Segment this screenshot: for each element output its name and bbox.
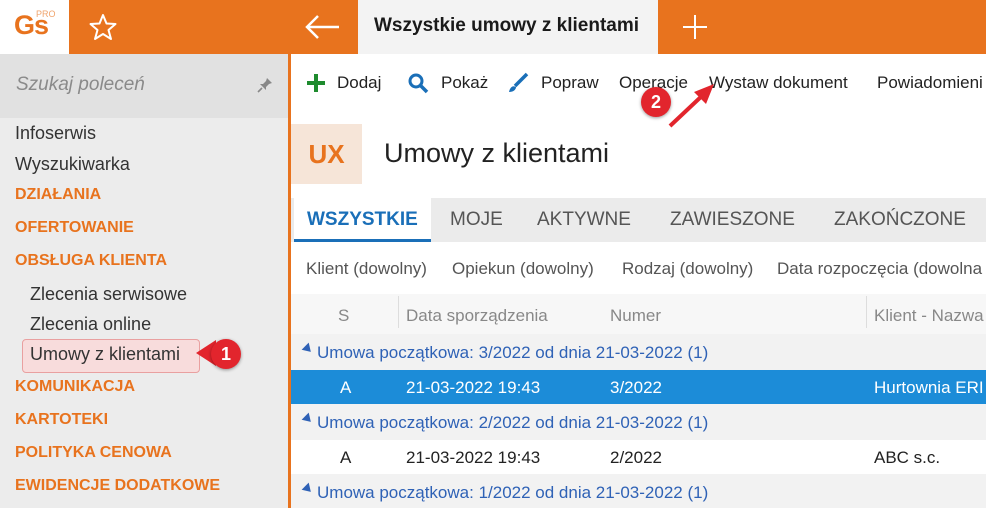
- command-search[interactable]: Szukaj poleceń: [0, 54, 288, 118]
- notifications-button[interactable]: Powiadomieni: [877, 73, 983, 93]
- group-count: (1): [687, 413, 709, 432]
- pin-icon[interactable]: [256, 76, 274, 94]
- column-separator[interactable]: [866, 296, 867, 328]
- table-header: S Data sporządzenia Numer Klient - Nazwa: [291, 294, 986, 335]
- sidebar-item-infoserwis[interactable]: Infoserwis: [0, 120, 288, 148]
- sidebar-item-label: Zlecenia serwisowe: [30, 284, 188, 304]
- sidebar-section-label: OBSŁUGA KLIENTA: [15, 252, 167, 269]
- logo-badge: PRO: [36, 9, 56, 19]
- tab-current-window[interactable]: Wszystkie umowy z klientami: [358, 0, 658, 54]
- table-row[interactable]: A 21-03-2022 19:43 2/2022 ABC s.c.: [291, 440, 986, 474]
- cell-status: A: [340, 448, 352, 467]
- sidebar-section-label: OFERTOWANIE: [15, 219, 134, 236]
- search-placeholder: Szukaj poleceń: [16, 74, 145, 95]
- column-header-number[interactable]: Numer: [610, 306, 661, 326]
- cell-number: 3/2022: [610, 378, 662, 397]
- group-label: Umowa początkowa: 2/2022 od dnia 21-03-2…: [317, 413, 708, 433]
- tab-zakonczone[interactable]: ZAKOŃCZONE: [834, 198, 966, 239]
- cell-status: A: [340, 378, 352, 397]
- column-header-date[interactable]: Data sporządzenia: [406, 306, 548, 326]
- group-title: Umowa początkowa: 3/2022 od dnia 21-03-2…: [317, 343, 683, 362]
- sidebar-section-ewidencje-dodatkowe[interactable]: EWIDENCJE DODATKOWE: [0, 474, 288, 502]
- group-count: (1): [687, 343, 709, 362]
- cell-date: 21-03-2022 19:43: [406, 378, 541, 397]
- tab-wszystkie[interactable]: WSZYSTKIE: [294, 198, 431, 242]
- sidebar-item-umowy-z-klientami[interactable]: Umowy z klientami: [22, 339, 200, 373]
- tab-moje[interactable]: MOJE: [450, 198, 503, 239]
- group-label: Umowa początkowa: 1/2022 od dnia 21-03-2…: [317, 483, 708, 503]
- show-button[interactable]: Pokaż: [441, 73, 488, 93]
- brush-icon: [509, 72, 529, 92]
- column-header-client[interactable]: Klient - Nazwa: [874, 306, 984, 326]
- sidebar-section-komunikacja[interactable]: KOMUNIKACJA: [0, 375, 288, 403]
- collapse-triangle-icon[interactable]: [301, 342, 315, 356]
- title-bar: Gs PRO Wszystkie umowy z klientami: [0, 0, 986, 54]
- cell-number: 2/2022: [610, 448, 662, 467]
- sidebar-item-zlecenia-online[interactable]: Zlecenia online: [0, 311, 288, 339]
- tab-aktywne[interactable]: AKTYWNE: [537, 198, 631, 239]
- filter-start-date[interactable]: Data rozpoczęcia (dowolna: [777, 259, 982, 279]
- add-button[interactable]: Dodaj: [337, 73, 381, 93]
- filter-client[interactable]: Klient (dowolny): [306, 259, 427, 279]
- filter-type[interactable]: Rodzaj (dowolny): [622, 259, 753, 279]
- collapse-triangle-icon[interactable]: [301, 482, 315, 496]
- filter-guardian[interactable]: Opiekun (dowolny): [452, 259, 594, 279]
- group-row[interactable]: Umowa początkowa: 1/2022 od dnia 21-03-2…: [291, 474, 986, 508]
- group-row[interactable]: Umowa początkowa: 3/2022 od dnia 21-03-2…: [291, 334, 986, 371]
- app-logo[interactable]: Gs PRO: [0, 0, 69, 54]
- group-label: Umowa początkowa: 3/2022 od dnia 21-03-2…: [317, 343, 708, 363]
- cell-date: 21-03-2022 19:43: [406, 448, 541, 467]
- collapse-triangle-icon[interactable]: [301, 412, 315, 426]
- edit-button[interactable]: Popraw: [541, 73, 599, 93]
- sidebar-section-label: POLITYKA CENOWA: [15, 444, 172, 461]
- column-header-s[interactable]: S: [338, 306, 349, 326]
- cell-client: ABC s.c.: [874, 448, 941, 467]
- tab-zawieszone[interactable]: ZAWIESZONE: [670, 198, 795, 239]
- callout-badge-1: 1: [211, 339, 241, 369]
- sidebar-item-label: Zlecenia online: [30, 314, 152, 334]
- sidebar: Szukaj poleceń Infoserwis Wyszukiwarka D…: [0, 54, 288, 508]
- add-icon: [307, 74, 325, 92]
- sidebar-section-ofertowanie[interactable]: OFERTOWANIE: [0, 216, 288, 244]
- group-title: Umowa początkowa: 1/2022 od dnia 21-03-2…: [317, 483, 683, 502]
- new-tab-plus-icon[interactable]: [680, 12, 710, 42]
- group-title: Umowa początkowa: 2/2022 od dnia 21-03-2…: [317, 413, 683, 432]
- sidebar-item-label: Umowy z klientami: [30, 344, 181, 364]
- back-arrow-icon[interactable]: [303, 12, 343, 42]
- filter-bar: Klient (dowolny) Opiekun (dowolny) Rodza…: [291, 242, 986, 294]
- tab-title: Wszystkie umowy z klientami: [374, 15, 640, 36]
- table-row[interactable]: A 21-03-2022 19:43 3/2022 Hurtownia ERI: [291, 370, 986, 404]
- cell-client: Hurtownia ERI: [874, 378, 984, 397]
- sidebar-section-polityka-cenowa[interactable]: POLITYKA CENOWA: [0, 441, 288, 469]
- sidebar-item-label: Infoserwis: [15, 123, 97, 143]
- sidebar-section-label: DZIAŁANIA: [15, 186, 102, 203]
- sidebar-section-kartoteki[interactable]: KARTOTEKI: [0, 408, 288, 436]
- sidebar-section-label: KOMUNIKACJA: [15, 378, 135, 395]
- group-count: (1): [687, 483, 709, 502]
- search-icon: [408, 73, 429, 94]
- group-row[interactable]: Umowa początkowa: 2/2022 od dnia 21-03-2…: [291, 404, 986, 441]
- module-badge: UX: [291, 124, 362, 184]
- toolbar: Dodaj Pokaż Popraw Operacje Wystaw dokum…: [291, 54, 986, 112]
- page-title: Umowy z klientami: [384, 138, 610, 168]
- sidebar-item-wyszukiwarka[interactable]: Wyszukiwarka: [0, 151, 288, 179]
- sidebar-section-label: EWIDENCJE DODATKOWE: [15, 477, 221, 494]
- column-separator[interactable]: [398, 296, 399, 328]
- star-icon[interactable]: [88, 12, 118, 42]
- sidebar-item-zlecenia-serwisowe[interactable]: Zlecenia serwisowe: [0, 281, 288, 309]
- sidebar-section-dzialania[interactable]: DZIAŁANIA: [0, 183, 288, 211]
- sidebar-section-obsluga-klienta[interactable]: OBSŁUGA KLIENTA: [0, 249, 288, 277]
- filter-tabs: WSZYSTKIE MOJE AKTYWNE ZAWIESZONE ZAKOŃC…: [291, 198, 986, 242]
- issue-document-button[interactable]: Wystaw dokument: [709, 73, 848, 93]
- sidebar-item-label: Wyszukiwarka: [15, 154, 130, 174]
- page-header: UX Umowy z klientami: [291, 112, 986, 198]
- sidebar-section-label: KARTOTEKI: [15, 411, 109, 428]
